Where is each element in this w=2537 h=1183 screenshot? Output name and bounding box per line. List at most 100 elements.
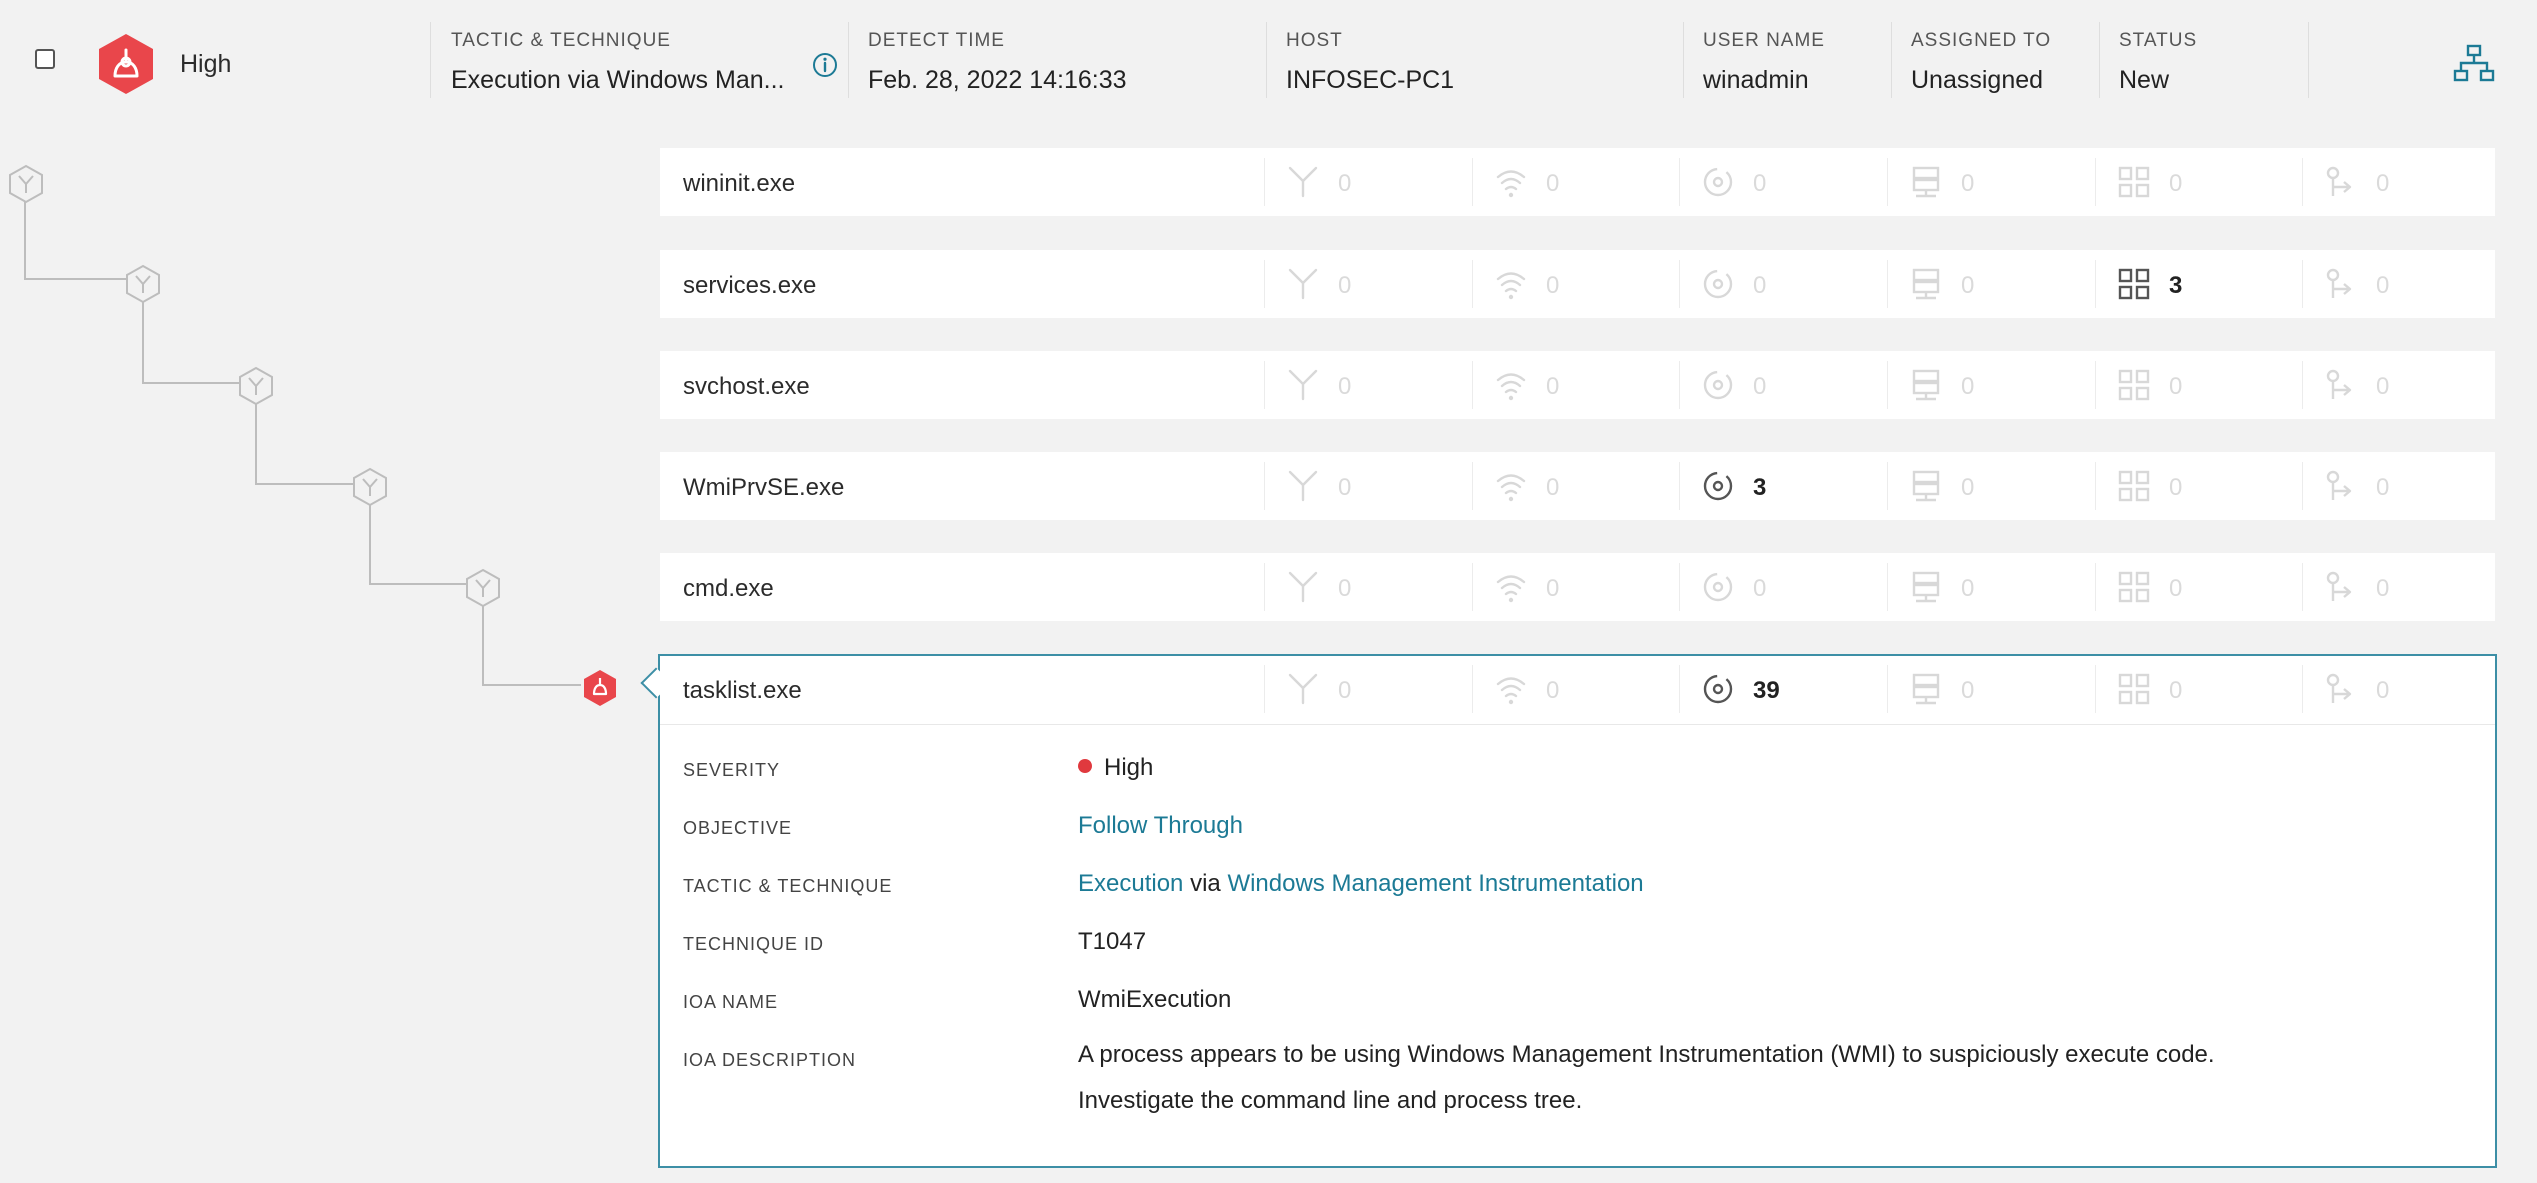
- process-metric-cell[interactable]: 0: [1887, 351, 2095, 419]
- assigned-to-value[interactable]: Unassigned: [1911, 66, 2051, 95]
- technique-link[interactable]: Windows Management Instrumentation: [1227, 870, 1643, 897]
- tactic-header-value[interactable]: Execution via Windows Man...: [451, 66, 784, 95]
- tree-node-detection-icon[interactable]: [582, 668, 618, 708]
- metric-count: 0: [2376, 170, 2390, 197]
- tree-node-icon[interactable]: [465, 568, 501, 608]
- process-metric-cell[interactable]: 0: [2095, 553, 2303, 621]
- process-metric-cell[interactable]: 0: [2302, 452, 2510, 520]
- process-metric-cell[interactable]: 0: [1264, 452, 1472, 520]
- process-metric-cell[interactable]: 0: [1679, 553, 1887, 621]
- process-metric-cell[interactable]: 0: [1887, 553, 2095, 621]
- tree-node-icon[interactable]: [125, 264, 161, 304]
- cell-divider: [1264, 158, 1265, 206]
- process-metric-cell[interactable]: 0: [1264, 351, 1472, 419]
- process-name: wininit.exe: [683, 170, 796, 197]
- process-metric-cell[interactable]: 0: [2302, 655, 2510, 723]
- info-icon[interactable]: [812, 52, 838, 78]
- user-name-value: winadmin: [1703, 66, 1809, 94]
- cell-divider: [1679, 361, 1680, 409]
- ioa-description-label: IOA DESCRIPTION: [683, 1050, 857, 1070]
- metric-count: 0: [2169, 170, 2183, 197]
- process-metric-cell[interactable]: 0: [1472, 351, 1680, 419]
- process-metric-cell[interactable]: 0: [1679, 250, 1887, 318]
- process-name: svchost.exe: [683, 373, 810, 400]
- tree-node-icon[interactable]: [8, 164, 44, 204]
- disk-operation-icon: [1703, 471, 1733, 501]
- tactic-header-label: TACTIC & TECHNIQUE: [451, 30, 671, 51]
- process-metric-cell[interactable]: 0: [1264, 655, 1472, 723]
- process-metric-cell[interactable]: 0: [1472, 250, 1680, 318]
- process-metric-cell[interactable]: 0: [1679, 148, 1887, 216]
- process-metric-cell[interactable]: 0: [2095, 655, 2303, 723]
- tree-node-icon[interactable]: [238, 366, 274, 406]
- host-column: HOST INFOSEC-PC1: [1286, 30, 1454, 95]
- metric-count: 0: [1546, 677, 1560, 704]
- process-tree-connectors: [24, 184, 581, 686]
- process-row[interactable]: tasklist.exe 0 0 39 0 0 0: [660, 655, 2495, 723]
- severity-dot-icon: [1078, 759, 1092, 773]
- cell-divider: [1264, 361, 1265, 409]
- process-metric-cell[interactable]: 0: [2302, 148, 2510, 216]
- via-text: via: [1190, 870, 1221, 897]
- assigned-to-label: ASSIGNED TO: [1911, 30, 2052, 51]
- process-metric-cell[interactable]: 0: [1264, 250, 1472, 318]
- select-detection-checkbox[interactable]: [35, 49, 55, 69]
- process-metric-cell[interactable]: 0: [2302, 250, 2510, 318]
- disk-operation-icon: [1703, 572, 1733, 602]
- process-metric-cell[interactable]: 0: [2095, 351, 2303, 419]
- objective-link[interactable]: Follow Through: [1078, 812, 1243, 840]
- network-icon: [1496, 170, 1526, 198]
- process-metric-cell[interactable]: 0: [1679, 351, 1887, 419]
- module-grid-icon: [2118, 166, 2150, 198]
- process-metric-cell[interactable]: 3: [1679, 452, 1887, 520]
- process-metric-cell[interactable]: 0: [1887, 250, 2095, 318]
- process-metric-cell[interactable]: 0: [2302, 351, 2510, 419]
- registry-key-icon: [2326, 470, 2352, 500]
- ioa-description-line: Investigate the command line and process…: [1078, 1087, 1583, 1114]
- process-metric-cell[interactable]: 0: [1887, 655, 2095, 723]
- cell-divider: [2302, 563, 2303, 611]
- process-metric-cell[interactable]: 0: [1472, 655, 1680, 723]
- process-metric-cell[interactable]: 0: [1887, 148, 2095, 216]
- cell-divider: [1679, 158, 1680, 206]
- process-metric-cell[interactable]: 0: [2302, 553, 2510, 621]
- process-name: cmd.exe: [683, 575, 774, 602]
- process-metric-cell[interactable]: 39: [1679, 655, 1887, 723]
- process-metric-cell[interactable]: 0: [1264, 553, 1472, 621]
- process-tree-icon[interactable]: [2453, 44, 2495, 82]
- metric-count: 0: [1961, 575, 1975, 602]
- disk-operation-icon: [1703, 674, 1733, 704]
- host-value[interactable]: INFOSEC-PC1: [1286, 66, 1454, 95]
- dns-server-icon: [1912, 673, 1940, 705]
- status-value[interactable]: New: [2119, 66, 2197, 95]
- process-metric-cell[interactable]: 0: [1887, 452, 2095, 520]
- process-branch-icon: [1288, 571, 1318, 603]
- tactic-link[interactable]: Execution: [1078, 870, 1183, 897]
- tree-node-icon[interactable]: [352, 467, 388, 507]
- module-grid-icon: [2118, 369, 2150, 401]
- metric-count: 0: [2376, 474, 2390, 501]
- cell-divider: [1472, 158, 1473, 206]
- metric-count: 0: [1961, 677, 1975, 704]
- cell-divider: [2095, 665, 2096, 713]
- network-icon: [1496, 272, 1526, 300]
- process-metric-cell[interactable]: 0: [1472, 148, 1680, 216]
- module-grid-icon: [2118, 470, 2150, 502]
- process-row[interactable]: cmd.exe 0 0 0 0 0 0: [660, 553, 2495, 621]
- cell-divider: [1887, 665, 1888, 713]
- process-row[interactable]: svchost.exe 0 0 0 0 0 0: [660, 351, 2495, 419]
- process-metric-cell[interactable]: 0: [1472, 553, 1680, 621]
- dns-server-icon: [1912, 369, 1940, 401]
- process-row[interactable]: services.exe 0 0 0 0 3 0: [660, 250, 2495, 318]
- process-row[interactable]: WmiPrvSE.exe 0 0 3 0 0 0: [660, 452, 2495, 520]
- cell-divider: [2302, 665, 2303, 713]
- process-metric-cell[interactable]: 0: [2095, 148, 2303, 216]
- header-divider: [2099, 22, 2100, 98]
- process-metric-cell[interactable]: 3: [2095, 250, 2303, 318]
- process-metric-cell[interactable]: 0: [1472, 452, 1680, 520]
- severity-high-icon: [99, 34, 153, 94]
- process-row[interactable]: wininit.exe 0 0 0 0 0 0: [660, 148, 2495, 216]
- process-metric-cell[interactable]: 0: [2095, 452, 2303, 520]
- process-metric-cell[interactable]: 0: [1264, 148, 1472, 216]
- cell-divider: [1887, 158, 1888, 206]
